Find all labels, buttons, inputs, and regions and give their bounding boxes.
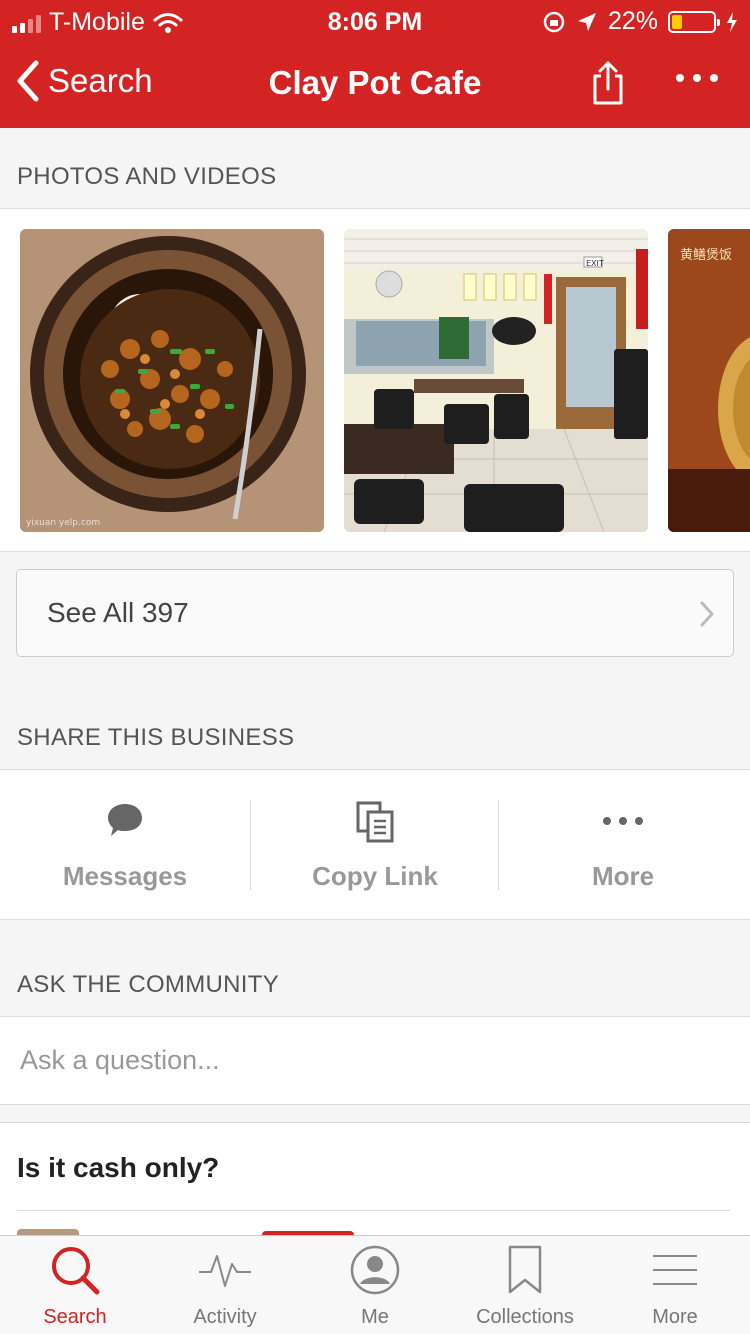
question-card: Is it cash only? (0, 1122, 750, 1251)
tab-collections-label: Collections (476, 1306, 574, 1328)
top-bar: T-Mobile 8:06 PM 22% Search Clay Pot Caf… (0, 0, 750, 128)
photo-watermark: yixuan yelp.com (26, 518, 100, 528)
share-copy-link-button[interactable]: Copy Link (250, 770, 500, 920)
share-messages-button[interactable]: Messages (0, 770, 250, 920)
clay-pot-dish-image: yixuan yelp.com (20, 229, 324, 532)
ask-question-input[interactable]: Ask a question... (0, 1016, 750, 1105)
sign-text: 黄鳝煲饭 (680, 247, 732, 263)
ellipsis-icon (603, 817, 643, 825)
activity-icon (199, 1255, 251, 1287)
menu-icon (653, 1255, 697, 1285)
tab-more[interactable]: More (600, 1236, 750, 1334)
photos-strip[interactable]: yixuan yelp.com EXIT 黄鳝煲饭 (0, 208, 750, 552)
share-button[interactable] (588, 60, 628, 106)
bookmark-icon (508, 1245, 542, 1294)
page-title: Clay Pot Cafe (268, 64, 482, 101)
charging-icon (727, 11, 737, 32)
battery-percent: 22% (607, 7, 658, 35)
copy-icon (356, 801, 394, 843)
tab-me[interactable]: Me (300, 1236, 450, 1334)
share-options: Messages Copy Link More (0, 769, 750, 920)
divider (17, 1210, 730, 1211)
status-right: 22% (542, 7, 738, 36)
share-section-title: SHARE THIS BUSINESS (17, 724, 295, 751)
share-more-label: More (591, 861, 655, 891)
battery-icon (668, 10, 720, 33)
tab-bar: Search Activity Me Collections More (0, 1235, 750, 1334)
see-all-label: See All 397 (47, 597, 189, 628)
question-text[interactable]: Is it cash only? (17, 1152, 219, 1184)
more-dot-icon (676, 74, 684, 82)
share-messages-label: Messages (62, 861, 188, 891)
photo-thumbnail[interactable]: 黄鳝煲饭 (668, 229, 750, 532)
share-more-button[interactable]: More (498, 770, 748, 920)
location-icon (577, 12, 596, 31)
tab-activity-label: Activity (193, 1306, 257, 1328)
share-icon (593, 61, 623, 105)
chevron-right-icon (700, 601, 714, 627)
tab-activity[interactable]: Activity (150, 1236, 300, 1334)
more-dot-icon (693, 74, 701, 82)
more-dot-icon (710, 74, 718, 82)
share-copy-link-label: Copy Link (312, 861, 438, 891)
community-section-title: ASK THE COMMUNITY (17, 971, 280, 998)
photo-thumbnail[interactable]: yixuan yelp.com (20, 229, 324, 532)
photo-thumbnail[interactable]: EXIT (344, 229, 648, 532)
see-all-photos-button[interactable]: See All 397 (16, 569, 734, 657)
search-icon (52, 1247, 100, 1295)
nav-bar: Search Clay Pot Cafe (0, 40, 750, 128)
profile-icon (350, 1245, 400, 1295)
rotation-lock-icon (543, 11, 565, 32)
dish-partial-image: 黄鳝煲饭 (668, 229, 750, 532)
more-options-button[interactable] (676, 74, 718, 82)
tab-me-label: Me (361, 1306, 389, 1328)
tab-more-label: More (652, 1306, 698, 1328)
tab-search-label: Search (43, 1306, 107, 1328)
tab-search[interactable]: Search (0, 1236, 150, 1334)
exit-sign-text: EXIT (586, 259, 604, 268)
chat-bubble-icon (108, 804, 142, 836)
restaurant-interior-image: EXIT (344, 229, 648, 532)
status-bar: T-Mobile 8:06 PM 22% (0, 0, 750, 40)
tab-collections[interactable]: Collections (450, 1236, 600, 1334)
photos-section-title: PHOTOS AND VIDEOS (17, 163, 277, 190)
